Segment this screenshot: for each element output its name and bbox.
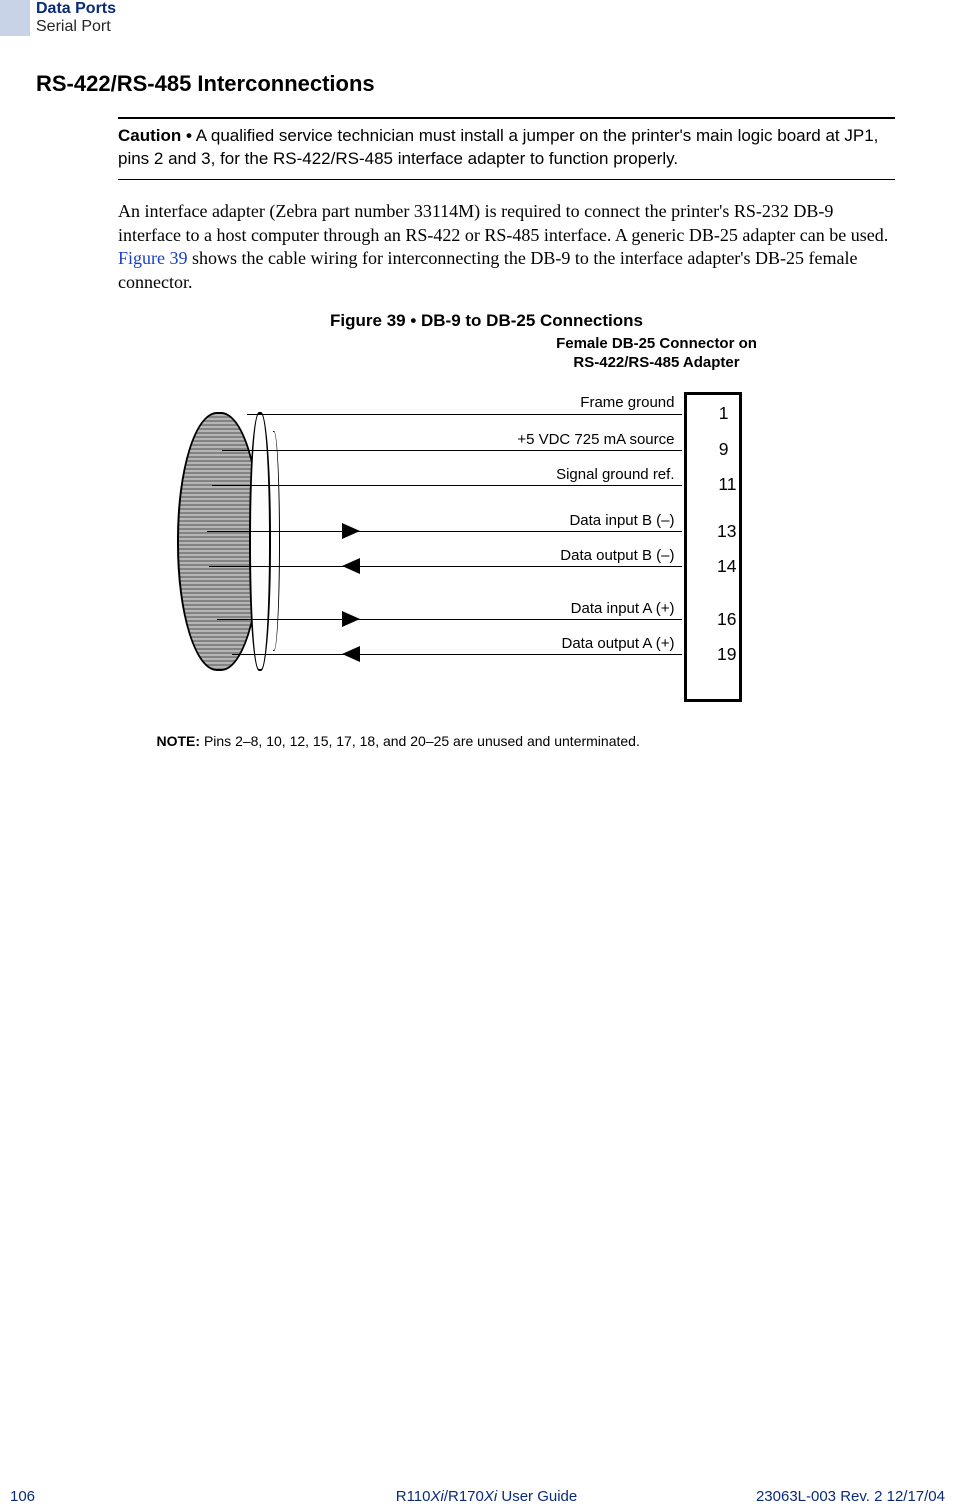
wire-line-1 <box>247 414 682 416</box>
arrow-left-icon <box>342 646 360 662</box>
header-spine <box>0 0 30 36</box>
footer-guide-italic2: Xi <box>484 1488 497 1505</box>
paragraph-before-link: An interface adapter (Zebra part number … <box>118 201 888 245</box>
footer-guide-italic1: Xi <box>430 1488 443 1505</box>
section-heading: RS-422/RS-485 Interconnections <box>36 71 973 97</box>
footer-guide-suffix: User Guide <box>497 1488 577 1505</box>
body-paragraph: An interface adapter (Zebra part number … <box>118 200 895 295</box>
page-header: Data Ports Serial Port <box>0 0 973 36</box>
wire-label-data-output-b: Data output B (–) <box>560 547 674 564</box>
pin-19: 19 <box>717 644 736 665</box>
caution-text: A qualified service technician must inst… <box>118 126 878 168</box>
wire-label-signal-ground: Signal ground ref. <box>556 466 674 483</box>
wire-label-data-input-a: Data input A (+) <box>571 600 675 617</box>
wire-line-6 <box>217 619 682 621</box>
arrow-right-icon <box>342 523 360 539</box>
wire-label-data-output-a: Data output A (+) <box>562 635 675 652</box>
pin-16: 16 <box>717 609 736 630</box>
figure-cross-reference-link[interactable]: Figure 39 <box>118 248 188 268</box>
header-chapter-title: Data Ports <box>36 0 116 18</box>
wire-line-5 <box>209 566 682 568</box>
paragraph-after-link: shows the cable wiring for interconnecti… <box>118 248 858 292</box>
pin-13: 13 <box>717 521 736 542</box>
wire-label-5vdc-source: +5 VDC 725 mA source <box>517 431 674 448</box>
pin-14: 14 <box>717 556 736 577</box>
figure-caption: Figure 39 • DB-9 to DB-25 Connections <box>0 311 973 331</box>
wire-line-7 <box>232 654 682 656</box>
footer-guide-mid: /R170 <box>444 1488 484 1505</box>
figure-note: NOTE: Pins 2–8, 10, 12, 15, 17, 18, and … <box>157 733 827 749</box>
arrow-left-icon <box>342 558 360 574</box>
wire-label-data-input-b: Data input B (–) <box>569 512 674 529</box>
db25-title-line1: Female DB-25 Connector on <box>556 335 757 352</box>
cable-cap-inner-icon <box>273 431 280 651</box>
figure-note-label: NOTE: <box>157 733 201 749</box>
header-text-group: Data Ports Serial Port <box>30 0 116 36</box>
pin-1: 1 <box>719 403 729 424</box>
figure-note-text: Pins 2–8, 10, 12, 15, 17, 18, and 20–25 … <box>200 733 640 749</box>
db25-connector-title: Female DB-25 Connector on RS-422/RS-485 … <box>517 334 797 373</box>
pin-9: 9 <box>719 439 729 460</box>
arrow-right-icon <box>342 611 360 627</box>
page: Data Ports Serial Port RS-422/RS-485 Int… <box>0 0 973 1506</box>
pin-11: 11 <box>718 474 736 495</box>
wire-line-2 <box>222 450 682 452</box>
figure-diagram: Female DB-25 Connector on RS-422/RS-485 … <box>147 334 827 769</box>
header-section-title: Serial Port <box>36 18 116 36</box>
wire-line-4 <box>207 531 682 533</box>
db25-title-line2: RS-422/RS-485 Adapter <box>573 354 739 371</box>
wire-line-3 <box>212 485 682 487</box>
footer-guide-prefix: R110 <box>396 1488 431 1505</box>
footer-revision: 23063L-003 Rev. 2 12/17/04 <box>756 1488 945 1505</box>
caution-box: Caution • A qualified service technician… <box>118 117 895 180</box>
caution-label: Caution • <box>118 126 192 145</box>
wire-label-frame-ground: Frame ground <box>580 394 674 411</box>
